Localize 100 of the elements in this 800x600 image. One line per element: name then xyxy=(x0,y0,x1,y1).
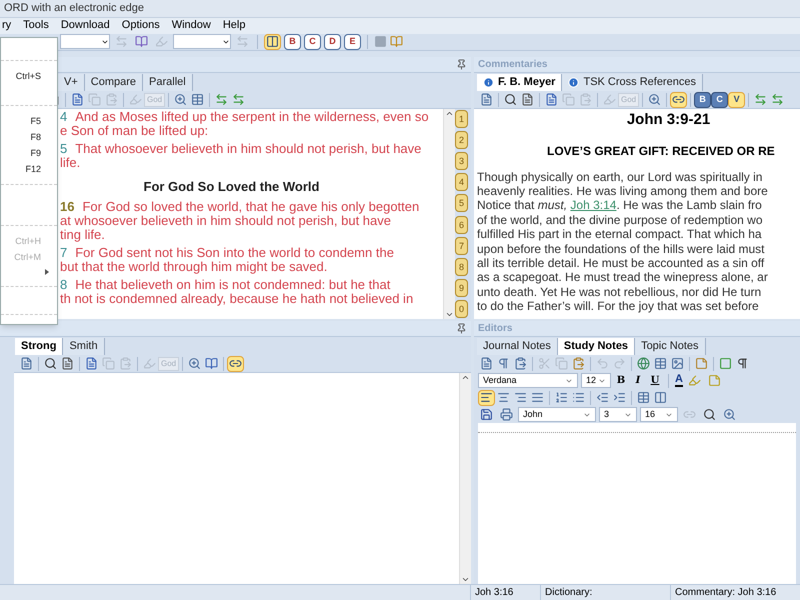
chapter-tab[interactable]: 5 xyxy=(455,194,468,212)
scroll-up-icon[interactable] xyxy=(445,109,454,118)
verse-line: For God so loved the world, that he gave his only begotten xyxy=(82,200,420,214)
tab[interactable]: Study Notes xyxy=(558,338,636,355)
view-button[interactable]: C xyxy=(304,34,321,50)
info-icon xyxy=(483,77,494,88)
scroll-down-icon[interactable] xyxy=(461,575,470,584)
chapter-combo[interactable]: 3 xyxy=(599,407,637,422)
pin-icon xyxy=(456,59,467,70)
status-field: Joh 3:16 xyxy=(470,585,540,600)
align-left-icon[interactable] xyxy=(478,390,495,406)
view-button[interactable]: B xyxy=(694,92,712,108)
table-icon[interactable] xyxy=(652,356,669,372)
chapter-tab[interactable]: 4 xyxy=(455,173,468,192)
book-combo[interactable]: John xyxy=(518,407,596,422)
link-icon[interactable] xyxy=(670,92,688,108)
scroll-up-icon[interactable] xyxy=(461,373,470,382)
book-icon[interactable] xyxy=(133,34,150,50)
font-color-button[interactable]: A xyxy=(675,374,683,387)
view-button[interactable]: C xyxy=(711,92,728,108)
tab[interactable]: Journal Notes xyxy=(477,338,558,355)
chapter-tab[interactable]: 9 xyxy=(455,278,468,297)
chapter-tab[interactable]: 0 xyxy=(455,300,468,318)
menu-item[interactable]: F9 xyxy=(1,144,57,161)
view-button[interactable]: B xyxy=(284,34,301,50)
verse-number[interactable]: 4 xyxy=(60,110,68,124)
tab[interactable]: Smith xyxy=(63,338,105,355)
commentary-line: heavenly realities. He was living among them and bore xyxy=(477,184,768,198)
verse-line: th not is condemned already, because he hath not believed in xyxy=(60,292,414,306)
commentary-line: of the world, and the divine purpose of redemption wo xyxy=(477,212,763,228)
format-button[interactable]: U xyxy=(648,373,662,388)
commentary-heading: LOVE’S GREAT GIFT: RECEIVED OR RE xyxy=(546,142,776,160)
pin-icon xyxy=(456,323,467,334)
format-button[interactable]: I xyxy=(631,373,645,388)
menu-item[interactable]: Ctrl+S xyxy=(1,68,57,84)
verse-line: ting life. xyxy=(60,228,105,242)
verse-number[interactable]: 5 xyxy=(60,142,68,156)
chapter-tab[interactable]: 1 xyxy=(455,110,468,128)
save-icon[interactable] xyxy=(478,406,495,422)
menu-item[interactable]: Help xyxy=(222,17,246,34)
view-button[interactable]: V xyxy=(728,92,746,108)
verse-line: but that the world through him might be saved. xyxy=(60,260,328,274)
font-combo[interactable]: Verdana xyxy=(478,373,578,388)
menu-item[interactable]: Download xyxy=(60,17,110,34)
tab[interactable]: Strong xyxy=(15,338,64,355)
tab[interactable]: TSK Cross References xyxy=(562,74,703,91)
search-icon[interactable] xyxy=(42,356,59,372)
verse-line: e Son of man be lifted up: xyxy=(60,124,208,138)
view-button[interactable]: D xyxy=(324,34,341,50)
zoom-icon[interactable] xyxy=(721,406,738,422)
image-icon[interactable] xyxy=(669,356,686,372)
view-button[interactable]: E xyxy=(344,34,361,50)
format-button[interactable]: B xyxy=(614,373,628,388)
tab[interactable]: V+ xyxy=(58,74,85,91)
print-icon[interactable] xyxy=(498,406,515,422)
commentary-title: John 3:9-21 xyxy=(626,110,712,130)
verse-line: at whosoever believeth in him should not perish, but have xyxy=(60,214,391,228)
section-heading: For God So Loved the World xyxy=(142,178,320,196)
menu-item[interactable]: ry xyxy=(2,17,12,34)
scrollbar[interactable] xyxy=(459,373,471,584)
globe-icon[interactable] xyxy=(635,356,652,372)
status-field: Dictionary: xyxy=(540,585,670,600)
menu-item[interactable]: F5 xyxy=(1,112,57,129)
menu-item[interactable]: Window xyxy=(172,17,211,34)
commentary-line: to do the Father’s will. For the joy that was set before xyxy=(477,299,759,314)
scrollbar[interactable] xyxy=(443,109,455,319)
verse-line: life. xyxy=(60,156,80,170)
search-icon[interactable] xyxy=(701,406,718,422)
chapter-tab[interactable]: 8 xyxy=(455,258,468,276)
commentary-line: Though physically on earth, our Lord was spiritually in xyxy=(477,170,762,184)
tab[interactable]: F. B. Meyer xyxy=(477,74,562,91)
verse-number[interactable]: 16 xyxy=(60,200,74,214)
verse-number[interactable]: 7 xyxy=(60,246,68,260)
tab[interactable]: Parallel xyxy=(143,74,193,91)
note-icon[interactable] xyxy=(693,356,710,372)
scripture-link[interactable]: Joh 3:14 xyxy=(570,198,616,212)
menu-item[interactable]: F8 xyxy=(1,128,57,145)
chapter-tab[interactable]: 7 xyxy=(455,236,468,255)
chapter-tab[interactable]: 3 xyxy=(455,152,468,170)
search-icon[interactable] xyxy=(502,92,519,108)
book-icon[interactable] xyxy=(203,356,220,372)
verse-line: And as Moses lifted up the serpent in the wilderness, even so xyxy=(75,110,429,124)
layout-icon[interactable] xyxy=(264,34,281,50)
commentary-line: Notice that must, Joh 3:14. He was the Lamb slain fro xyxy=(477,198,762,213)
columns-icon[interactable] xyxy=(652,390,669,406)
link-icon[interactable] xyxy=(227,356,244,372)
commentary-line: upon before the foundations of the hills were laid must xyxy=(477,242,765,256)
menu-item[interactable]: Tools xyxy=(23,17,49,34)
size-combo[interactable]: 12 xyxy=(581,373,611,388)
chapter-tab[interactable]: 2 xyxy=(455,131,468,150)
tab[interactable]: Topic Notes xyxy=(635,338,706,355)
pane-title: Editors xyxy=(478,322,512,336)
scroll-down-icon[interactable] xyxy=(445,310,454,319)
chapter-tab[interactable]: 6 xyxy=(455,216,468,234)
verse-combo[interactable]: 16 xyxy=(640,407,678,422)
verse-number[interactable]: 8 xyxy=(60,278,68,292)
tab[interactable]: Compare xyxy=(84,74,144,91)
menu-item[interactable]: F12 xyxy=(1,160,57,177)
menu-item[interactable]: Options xyxy=(122,17,160,34)
verse-line: For God sent not his Son into the world to condemn the xyxy=(75,246,394,260)
